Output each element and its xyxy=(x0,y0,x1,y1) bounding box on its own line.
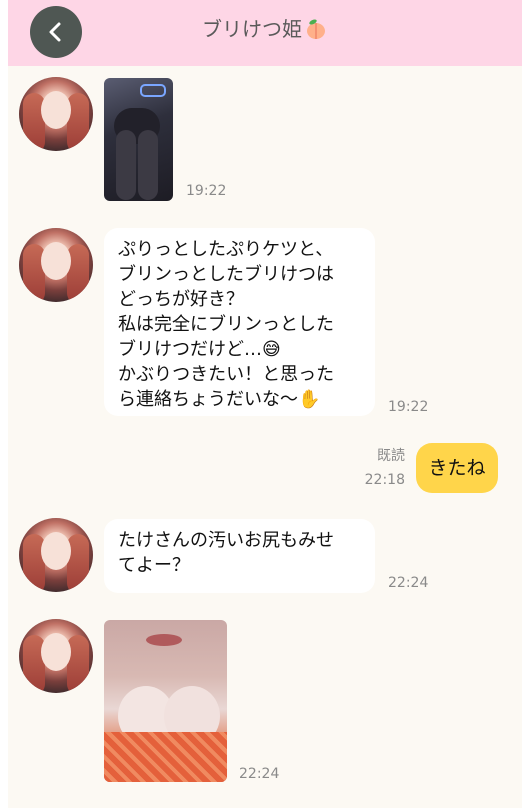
read-receipt: 既読 22:18 xyxy=(355,446,405,490)
message-time: 19:22 xyxy=(186,183,227,199)
message-time: 19:22 xyxy=(388,399,429,415)
avatar[interactable] xyxy=(19,77,93,151)
chat-title-text: ブリけつ姫 xyxy=(202,17,302,41)
chat-title: ブリけつ姫 xyxy=(8,14,522,44)
message-bubble: ぷりっとしたぷりケツと、 ブリンっとしたブリけつは どっちが好き？ 私は完全にブ… xyxy=(104,228,375,416)
read-label: 既読 xyxy=(377,448,405,464)
message-bubble: たけさんの汚いお尻もみせ てよー？ xyxy=(104,519,375,593)
peach-icon xyxy=(307,19,325,39)
chat-screen: ブリけつ姫 19:22 ぷりっとしたぷりケツと、 ブリンっとしたブリけつは どっ… xyxy=(0,0,527,808)
message-time: 22:24 xyxy=(239,766,280,782)
message-time: 22:24 xyxy=(388,575,429,591)
message-time: 22:18 xyxy=(364,472,405,488)
message-image[interactable] xyxy=(104,620,227,782)
my-message-bubble: きたね xyxy=(416,443,498,493)
avatar[interactable] xyxy=(19,518,93,592)
avatar[interactable] xyxy=(19,619,93,693)
avatar[interactable] xyxy=(19,228,93,302)
message-image[interactable] xyxy=(104,78,173,201)
